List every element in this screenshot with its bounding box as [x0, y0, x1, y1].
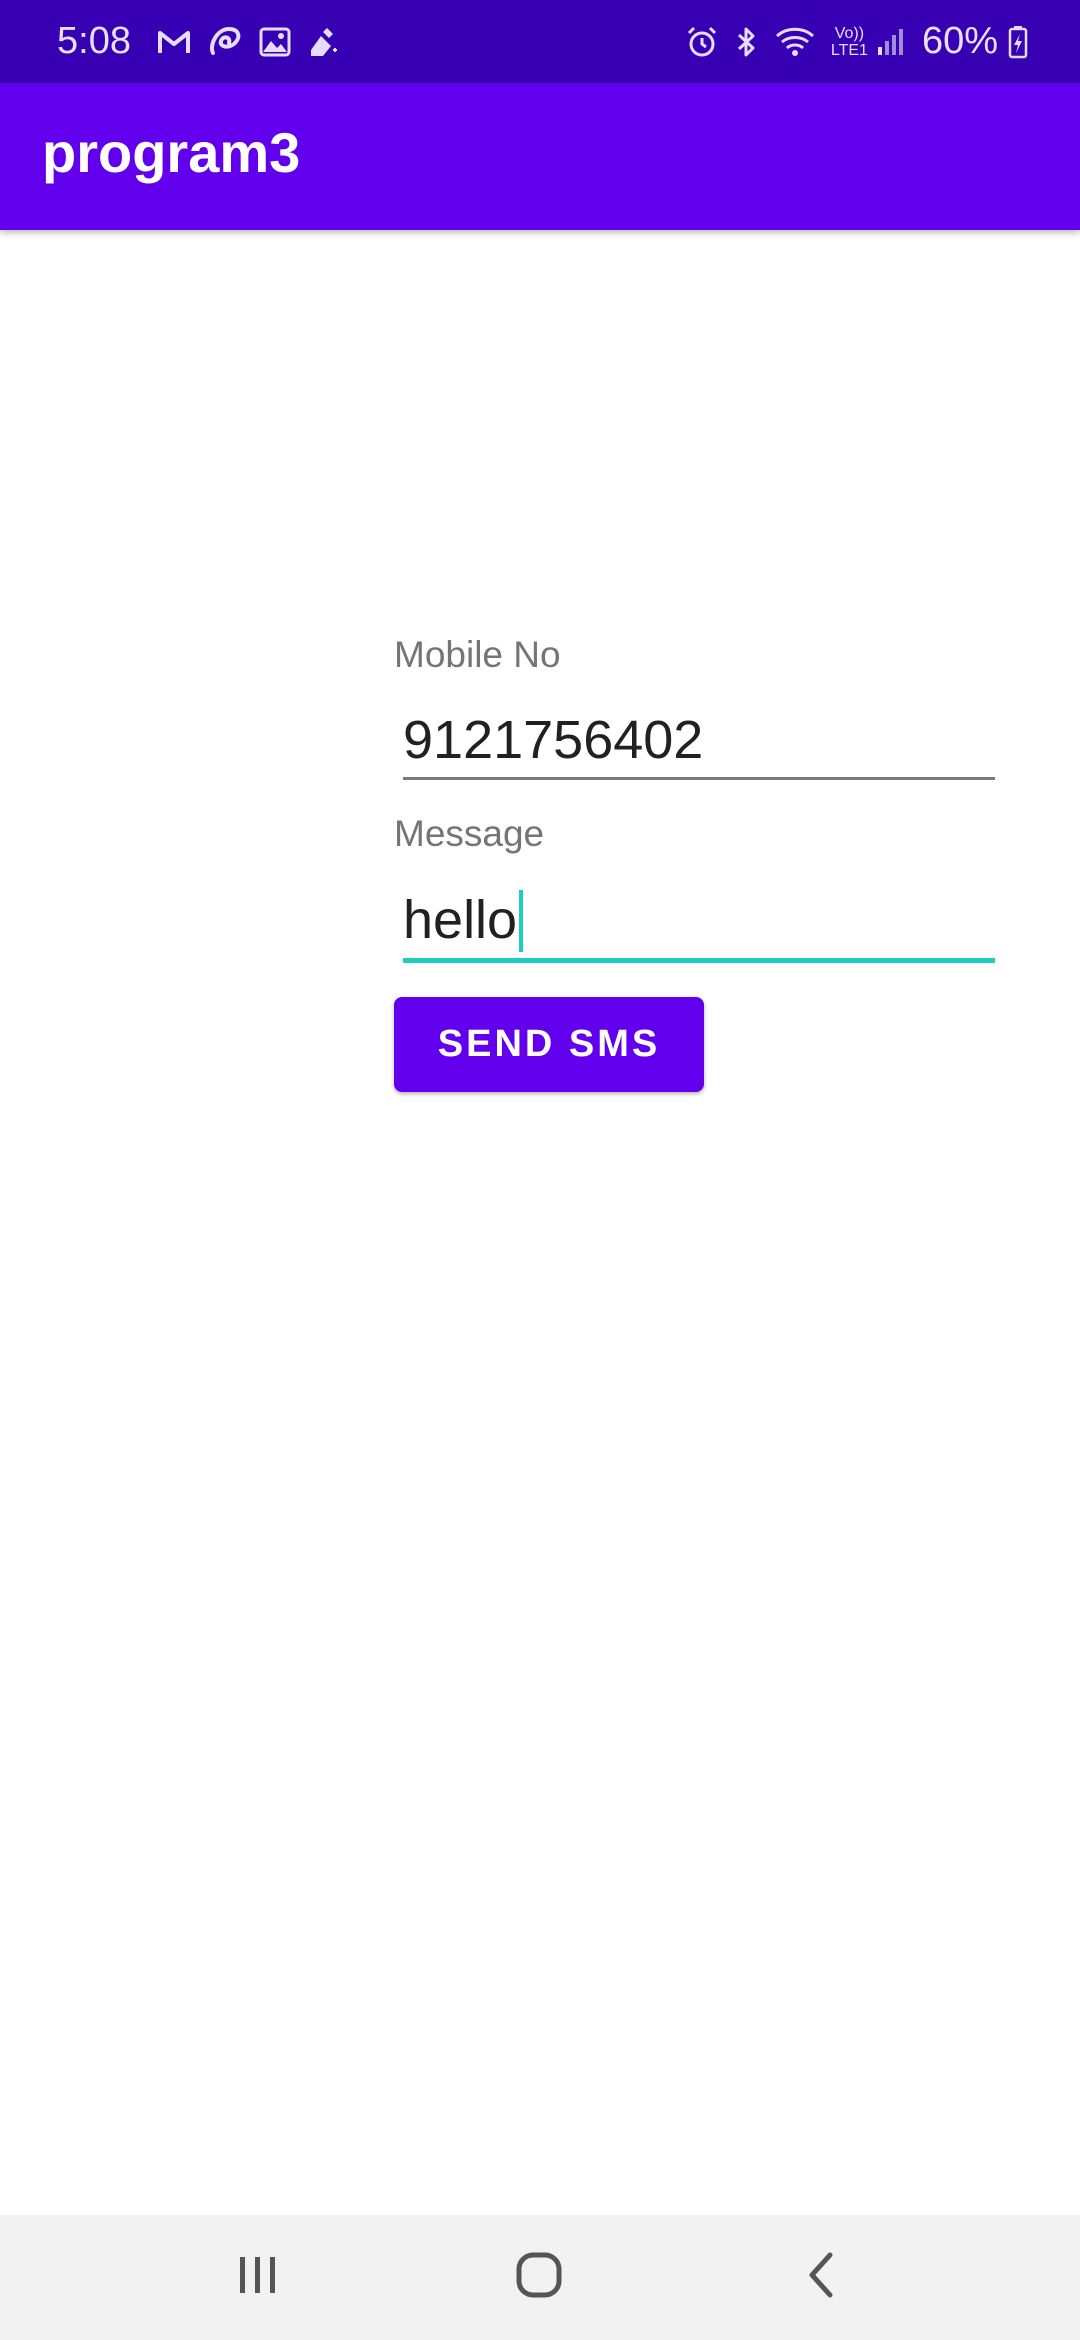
send-sms-button[interactable]: SEND SMS — [394, 997, 704, 1092]
signal-icon — [876, 27, 906, 57]
alarm-icon — [685, 25, 719, 59]
battery-charging-icon — [1008, 25, 1028, 59]
message-value-container: hello — [403, 880, 524, 960]
wifi-icon — [775, 26, 815, 58]
app-bar: program3 — [0, 83, 1080, 230]
back-button[interactable] — [741, 2215, 901, 2340]
mobile-label: Mobile No — [394, 634, 561, 675]
volte-text-bottom: LTE1 — [830, 41, 868, 59]
home-button[interactable] — [459, 2215, 619, 2340]
status-bar: 5:08 Vo)) LTE1 60% — [0, 0, 1080, 83]
app-title: program3 — [42, 121, 301, 184]
airtel-icon — [207, 25, 243, 59]
recents-icon — [236, 2255, 280, 2300]
status-time: 5:08 — [57, 20, 131, 62]
gmail-icon — [157, 29, 191, 55]
back-icon — [804, 2251, 838, 2304]
text-cursor — [519, 889, 524, 952]
home-icon — [514, 2250, 564, 2305]
message-input[interactable]: hello — [403, 880, 995, 963]
volte-icon: Vo)) LTE1 — [831, 25, 868, 59]
message-value: hello — [403, 890, 518, 950]
status-left: 5:08 — [57, 0, 357, 83]
battery-percent: 60% — [921, 20, 998, 62]
cleaner-icon — [307, 26, 341, 58]
message-label: Message — [394, 813, 545, 854]
recents-button[interactable] — [178, 2215, 338, 2340]
volte-text-top: Vo)) — [834, 24, 865, 42]
navigation-bar — [0, 2215, 1080, 2340]
bluetooth-icon — [735, 25, 759, 59]
status-right: Vo)) LTE1 60% — [685, 0, 1028, 83]
gallery-icon — [259, 27, 291, 57]
mobile-input[interactable]: 9121756402 — [403, 700, 995, 780]
